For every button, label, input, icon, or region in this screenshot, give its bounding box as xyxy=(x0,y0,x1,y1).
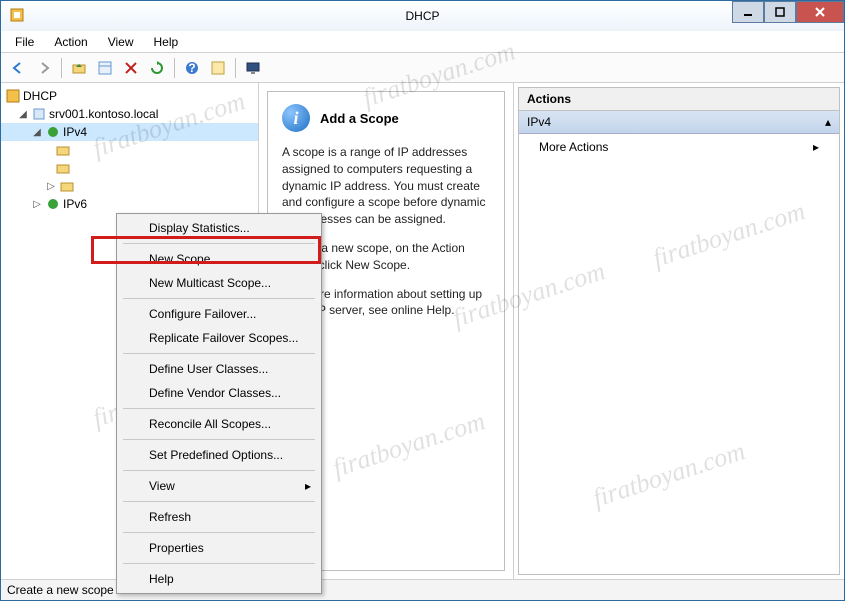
context-menu: Display Statistics... New Scope... New M… xyxy=(116,213,322,594)
tree-label: srv001.kontoso.local xyxy=(49,107,158,121)
toolbar-separator xyxy=(61,58,62,78)
delete-icon[interactable] xyxy=(120,57,142,79)
expand-icon[interactable]: ▷ xyxy=(31,199,43,210)
window-title: DHCP xyxy=(405,9,439,23)
properties-icon[interactable] xyxy=(94,57,116,79)
cm-help[interactable]: Help xyxy=(119,567,319,591)
collapse-arrow-icon: ▴ xyxy=(825,115,831,129)
menu-separator xyxy=(123,470,315,471)
server-icon xyxy=(31,106,47,122)
menu-separator xyxy=(123,298,315,299)
ipv6-icon xyxy=(45,196,61,212)
folder-icon xyxy=(55,160,71,176)
menu-file[interactable]: File xyxy=(7,33,42,51)
tree-label: IPv6 xyxy=(63,197,87,211)
folder-icon xyxy=(59,178,75,194)
app-window: DHCP File Action View Help ? xyxy=(0,0,845,601)
center-title: Add a Scope xyxy=(320,111,399,126)
cm-set-predefined-options[interactable]: Set Predefined Options... xyxy=(119,443,319,467)
submenu-arrow-icon: ▸ xyxy=(813,140,819,154)
cm-refresh[interactable]: Refresh xyxy=(119,505,319,529)
actions-header: Actions xyxy=(518,87,840,111)
menu-action[interactable]: Action xyxy=(46,33,95,51)
console-icon[interactable] xyxy=(242,57,264,79)
toolbar-separator xyxy=(174,58,175,78)
menu-separator xyxy=(123,563,315,564)
content-area: DHCP ◢ srv001.kontoso.local ◢ IPv4 xyxy=(1,83,844,580)
tree-label: IPv4 xyxy=(63,125,87,139)
actions-body: IPv4 ▴ More Actions ▸ xyxy=(518,111,840,575)
svg-text:?: ? xyxy=(188,61,195,75)
maximize-button[interactable] xyxy=(764,1,796,23)
menu-separator xyxy=(123,532,315,533)
actions-pane: Actions IPv4 ▴ More Actions ▸ xyxy=(514,83,844,579)
cm-reconcile-scopes[interactable]: Reconcile All Scopes... xyxy=(119,412,319,436)
menu-separator xyxy=(123,353,315,354)
help-icon[interactable]: ? xyxy=(181,57,203,79)
cm-define-user-classes[interactable]: Define User Classes... xyxy=(119,357,319,381)
cm-configure-failover[interactable]: Configure Failover... xyxy=(119,302,319,326)
cm-new-multicast-scope[interactable]: New Multicast Scope... xyxy=(119,271,319,295)
toolbar-separator xyxy=(235,58,236,78)
up-folder-icon[interactable] xyxy=(68,57,90,79)
tree-ipv4[interactable]: ◢ IPv4 xyxy=(1,123,258,141)
cm-display-statistics[interactable]: Display Statistics... xyxy=(119,216,319,240)
close-button[interactable] xyxy=(796,1,844,23)
forward-button[interactable] xyxy=(33,57,55,79)
status-text: Create a new scope xyxy=(7,583,114,597)
menu-help[interactable]: Help xyxy=(146,33,187,51)
window-controls xyxy=(732,1,844,23)
toolbar: ? xyxy=(1,53,844,83)
tree-label: DHCP xyxy=(23,89,57,103)
cm-define-vendor-classes[interactable]: Define Vendor Classes... xyxy=(119,381,319,405)
back-button[interactable] xyxy=(7,57,29,79)
tree-subitem[interactable] xyxy=(1,141,258,159)
app-icon xyxy=(9,7,25,23)
tree-root-dhcp[interactable]: DHCP xyxy=(1,87,258,105)
actions-section-ipv4[interactable]: IPv4 ▴ xyxy=(519,111,839,134)
dhcp-icon xyxy=(5,88,21,104)
folder-icon xyxy=(55,142,71,158)
minimize-button[interactable] xyxy=(732,1,764,23)
menu-separator xyxy=(123,501,315,502)
tree-ipv6[interactable]: ▷ IPv6 xyxy=(1,195,258,213)
actions-link-label: More Actions xyxy=(539,140,608,154)
actions-section-label: IPv4 xyxy=(527,115,551,129)
actions-more-actions[interactable]: More Actions ▸ xyxy=(519,134,839,160)
tree-subitem[interactable] xyxy=(1,159,258,177)
info-icon: i xyxy=(282,104,310,132)
cm-properties[interactable]: Properties xyxy=(119,536,319,560)
menubar: File Action View Help xyxy=(1,31,844,53)
ipv4-icon xyxy=(45,124,61,140)
menu-separator xyxy=(123,408,315,409)
collapse-icon[interactable]: ◢ xyxy=(31,127,43,138)
options-icon[interactable] xyxy=(207,57,229,79)
collapse-icon[interactable]: ◢ xyxy=(17,109,29,120)
expand-icon[interactable]: ▷ xyxy=(45,181,57,192)
center-heading: i Add a Scope xyxy=(282,104,490,132)
cm-replicate-failover[interactable]: Replicate Failover Scopes... xyxy=(119,326,319,350)
menu-view[interactable]: View xyxy=(100,33,142,51)
tree-subitem[interactable]: ▷ xyxy=(1,177,258,195)
menu-separator xyxy=(123,439,315,440)
refresh-icon[interactable] xyxy=(146,57,168,79)
cm-view[interactable]: View▸ xyxy=(119,474,319,498)
menu-separator xyxy=(123,243,315,244)
titlebar: DHCP xyxy=(1,1,844,31)
cm-new-scope[interactable]: New Scope... xyxy=(119,247,319,271)
submenu-arrow-icon: ▸ xyxy=(305,479,311,493)
tree-server[interactable]: ◢ srv001.kontoso.local xyxy=(1,105,258,123)
